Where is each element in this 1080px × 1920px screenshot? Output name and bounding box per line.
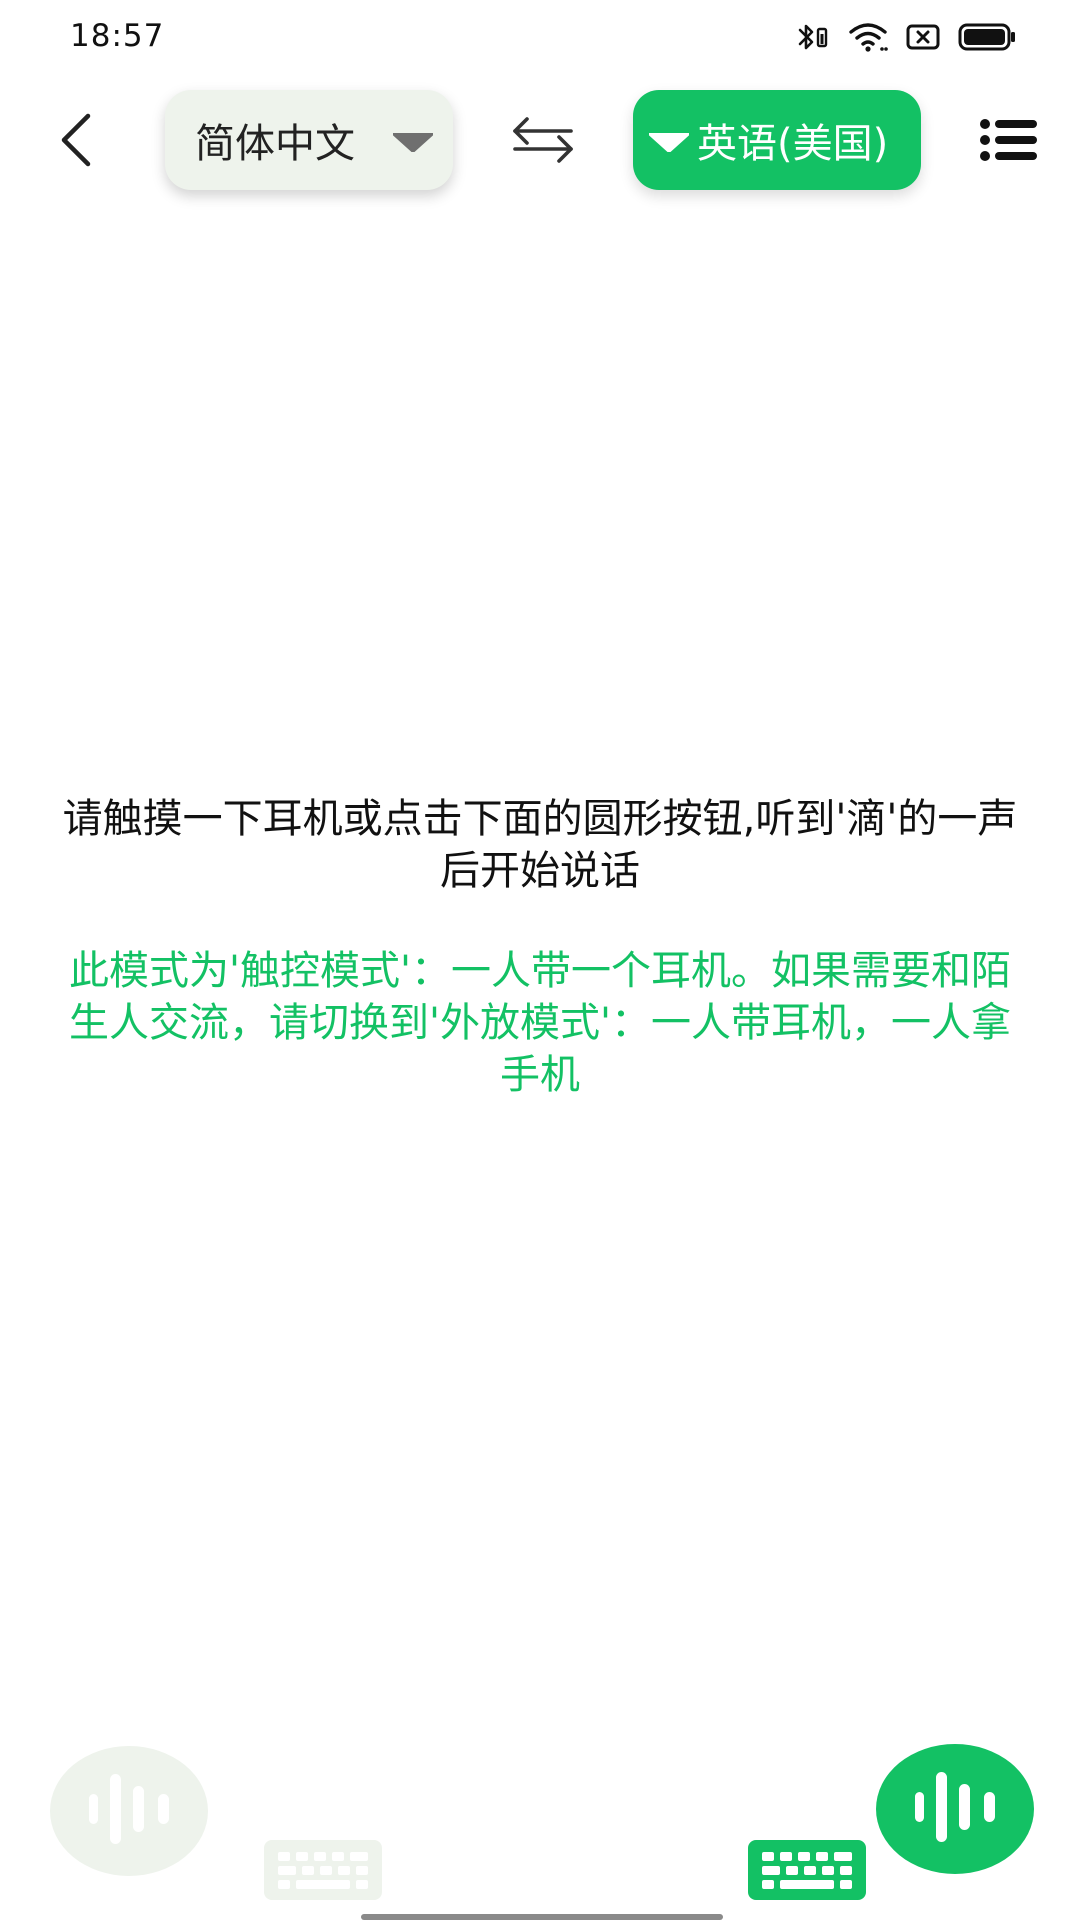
bluetooth-icon bbox=[796, 22, 830, 52]
voice-wave-icon bbox=[912, 1770, 998, 1848]
target-keyboard-button[interactable] bbox=[748, 1840, 866, 1900]
caret-down-icon bbox=[392, 132, 434, 156]
status-time: 18:57 bbox=[70, 18, 165, 54]
source-keyboard-button[interactable] bbox=[264, 1840, 382, 1900]
home-indicator[interactable] bbox=[361, 1914, 723, 1920]
swap-arrows-icon bbox=[511, 115, 575, 169]
target-language-button[interactable]: 英语(美国) bbox=[633, 90, 921, 190]
target-language-label: 英语(美国) bbox=[697, 121, 889, 167]
menu-button[interactable] bbox=[978, 118, 1040, 166]
keyboard-icon bbox=[264, 1840, 382, 1904]
instruction-text: 请触摸一下耳机或点击下面的圆形按钮,听到'滴'的一声后开始说话 bbox=[62, 796, 1018, 894]
keyboard-icon bbox=[748, 1840, 866, 1904]
status-icons bbox=[796, 22, 1016, 52]
swap-languages-button[interactable] bbox=[508, 114, 578, 170]
mode-note-text: 此模式为'触控模式'：一人带一个耳机。如果需要和陌生人交流，请切换到'外放模式'… bbox=[69, 948, 1011, 1098]
sim-disabled-icon bbox=[906, 24, 940, 50]
source-language-label: 简体中文 bbox=[195, 121, 355, 167]
source-voice-button[interactable] bbox=[50, 1746, 208, 1876]
back-button[interactable] bbox=[48, 112, 104, 172]
list-menu-icon bbox=[980, 119, 1038, 165]
wifi-icon bbox=[848, 22, 888, 52]
voice-wave-icon bbox=[86, 1772, 172, 1850]
caret-down-icon bbox=[648, 132, 690, 156]
source-language-button[interactable]: 简体中文 bbox=[165, 90, 453, 190]
back-arrow-icon bbox=[56, 112, 96, 172]
battery-icon bbox=[958, 23, 1016, 51]
target-voice-button[interactable] bbox=[876, 1744, 1034, 1874]
language-toolbar: 简体中文 英语(美国) bbox=[0, 90, 1080, 192]
translator-screen: 18:57 简体中文 英语(美国) 请触摸一下耳机或点击下面的圆形按钮,听到'滴… bbox=[0, 0, 1080, 1920]
status-bar: 18:57 bbox=[0, 0, 1080, 80]
